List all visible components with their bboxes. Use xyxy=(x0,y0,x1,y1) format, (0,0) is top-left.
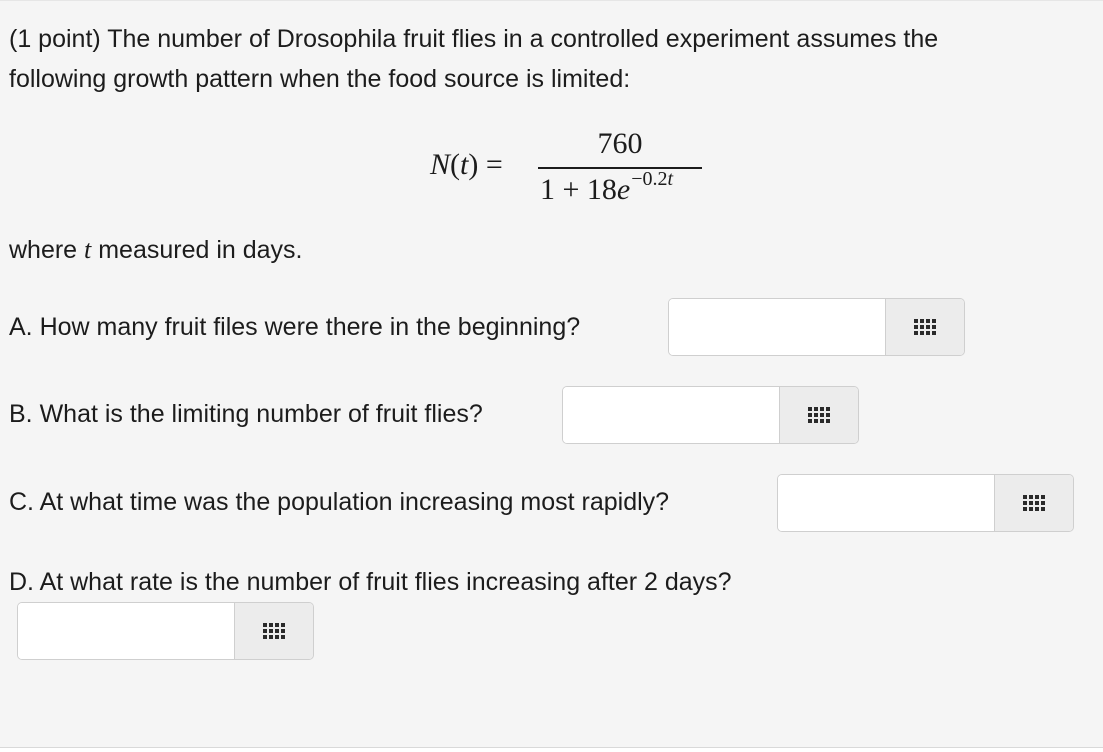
denominator-e: e xyxy=(616,173,631,206)
equation-palette-button-c[interactable] xyxy=(994,475,1073,531)
question-b-label: B. What is the limiting number of fruit … xyxy=(9,400,483,428)
answer-input-a[interactable] xyxy=(669,299,887,355)
exponent-coefficient: −0.2 xyxy=(631,168,668,190)
fraction-bar xyxy=(538,167,702,169)
problem-intro-line-1: (1 point) The number of Drosophila fruit… xyxy=(9,25,939,53)
formula-exponent: −0.2t xyxy=(631,168,673,190)
answer-input-d[interactable] xyxy=(18,603,236,659)
formula-numerator: 760 xyxy=(597,127,643,160)
formula-denominator: 1 + 18e−0.2t xyxy=(540,168,673,207)
units-note-variable: t xyxy=(84,235,92,264)
question-c-label: C. At what time was the population incre… xyxy=(9,488,670,516)
answer-box-b xyxy=(562,386,859,444)
question-d-label: D. At what rate is the number of fruit f… xyxy=(9,568,732,596)
units-note-suffix: measured in days. xyxy=(98,236,303,264)
grid-icon xyxy=(914,319,936,335)
question-a-label: A. How many fruit files were there in th… xyxy=(9,313,581,341)
formula-lhs: N(t) = xyxy=(430,148,503,181)
denominator-base: 1 + 18 xyxy=(540,173,617,206)
formula-lhs-variable: t xyxy=(460,148,469,181)
equation-palette-button-b[interactable] xyxy=(779,387,858,443)
answer-box-d xyxy=(17,602,314,660)
problem-intro-line-2: following growth pattern when the food s… xyxy=(9,65,631,93)
units-note-prefix: where xyxy=(9,236,78,264)
growth-formula: N(t) = 760 1 + 18e−0.2t xyxy=(430,125,710,215)
grid-icon xyxy=(808,407,830,423)
answer-box-c xyxy=(777,474,1074,532)
answer-input-b[interactable] xyxy=(563,387,781,443)
exponent-variable: t xyxy=(667,168,674,190)
grid-icon xyxy=(263,623,285,639)
equation-palette-button-a[interactable] xyxy=(885,299,964,355)
answer-input-c[interactable] xyxy=(778,475,996,531)
equation-palette-button-d[interactable] xyxy=(234,603,313,659)
problem-panel: (1 point) The number of Drosophila fruit… xyxy=(0,0,1103,748)
formula-function-name: N xyxy=(430,148,451,181)
answer-box-a xyxy=(668,298,965,356)
grid-icon xyxy=(1023,495,1045,511)
units-note: where t measured in days. xyxy=(9,235,303,265)
formula-equals: = xyxy=(485,148,503,181)
